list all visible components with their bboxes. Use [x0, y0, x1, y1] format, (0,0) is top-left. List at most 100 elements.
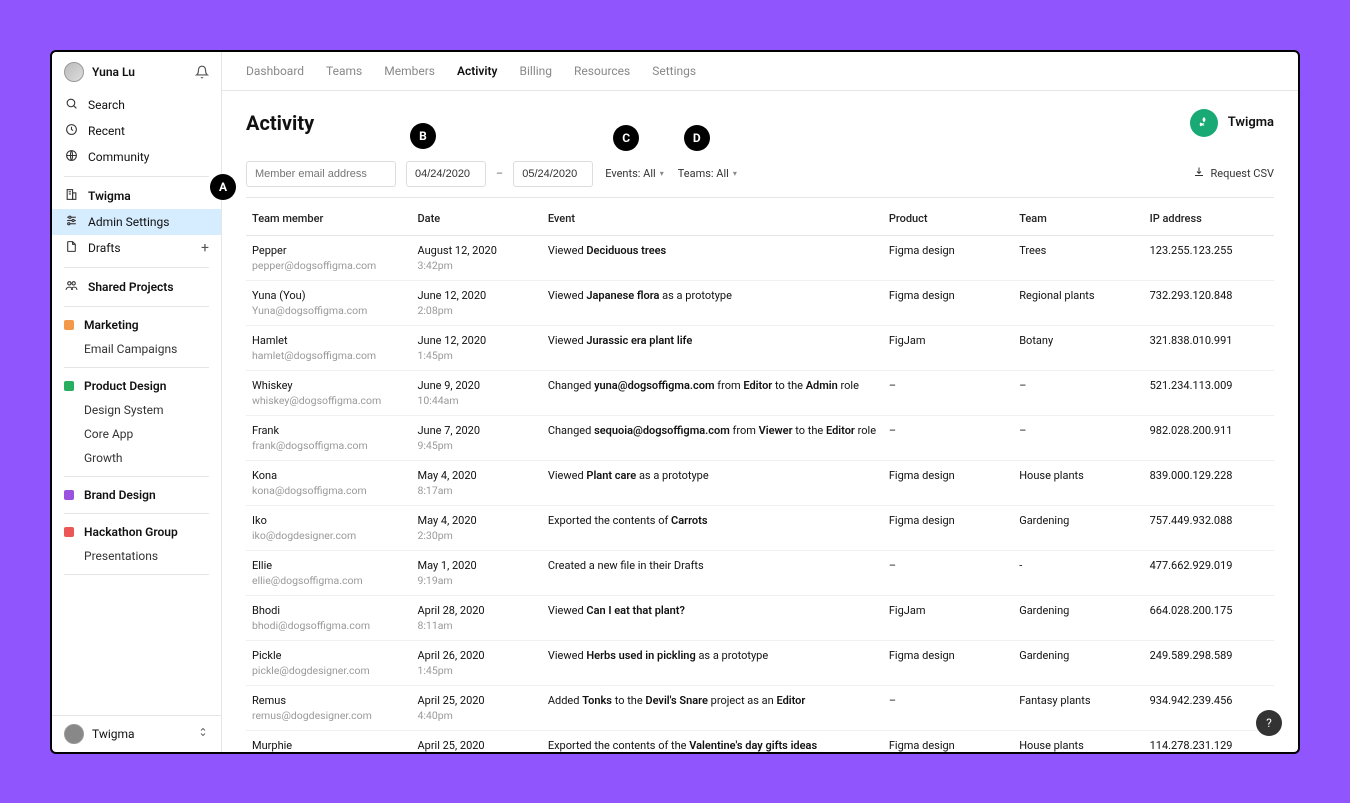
event-team: Gardening [1013, 595, 1143, 640]
topnav-tab-activity[interactable]: Activity [457, 64, 498, 78]
clock-icon [64, 123, 78, 139]
event-date: April 25, 2020 [417, 739, 535, 752]
th-date[interactable]: Date [411, 198, 541, 236]
table-row: Remusremus@dogdesigner.comApril 25, 2020… [246, 685, 1274, 730]
event-team: Regional plants [1013, 280, 1143, 325]
th-ip[interactable]: IP address [1144, 198, 1274, 236]
member-email-input[interactable] [246, 161, 396, 187]
sidebar-footer[interactable]: Twigma [52, 715, 221, 752]
event-team: – [1013, 370, 1143, 415]
sidebar: Yuna Lu Search Recent [52, 52, 222, 752]
sliders-icon [64, 214, 78, 230]
sidebar-project[interactable]: Core App [52, 422, 221, 446]
event-date: April 25, 2020 [417, 694, 535, 707]
date-to-input[interactable] [513, 161, 593, 187]
sidebar-team[interactable]: Marketing [52, 313, 221, 337]
bell-icon[interactable] [195, 65, 209, 79]
topnav-tab-members[interactable]: Members [384, 64, 435, 78]
event-description: Viewed Jurassic era plant life [548, 334, 877, 347]
user-avatar-icon [64, 62, 84, 82]
sidebar-item-org[interactable]: Twigma [52, 183, 221, 209]
event-time: 1:45pm [417, 664, 535, 677]
table-row: Yuna (You)Yuna@dogsoffigma.comJune 12, 2… [246, 280, 1274, 325]
th-member[interactable]: Team member [246, 198, 411, 236]
table-row: Picklepickle@dogdesigner.comApril 26, 20… [246, 640, 1274, 685]
event-ip: 982.028.200.911 [1144, 415, 1274, 460]
member-email: frank@dogsoffigma.com [252, 439, 405, 452]
help-button[interactable]: ? [1256, 710, 1282, 736]
event-product: – [883, 550, 1013, 595]
sidebar-item-label: Product Design [84, 379, 166, 393]
event-ip: 249.589.298.589 [1144, 640, 1274, 685]
org-badge[interactable]: Twigma [1190, 109, 1274, 137]
activity-table-body: Pepperpepper@dogsoffigma.comAugust 12, 2… [246, 235, 1274, 752]
sidebar-item-search[interactable]: Search [52, 92, 221, 118]
event-product: Figma design [883, 640, 1013, 685]
callout-badge-d: D [684, 125, 710, 151]
sidebar-item-admin-settings[interactable]: Admin Settings [52, 209, 221, 235]
sidebar-item-recent[interactable]: Recent [52, 118, 221, 144]
sidebar-team[interactable]: Hackathon Group [52, 520, 221, 544]
sidebar-project[interactable]: Email Campaigns [52, 337, 221, 361]
topnav-tab-settings[interactable]: Settings [652, 64, 696, 78]
event-ip: 664.028.200.175 [1144, 595, 1274, 640]
sidebar-item-community[interactable]: Community [52, 144, 221, 170]
member-name: Yuna (You) [252, 289, 405, 302]
member-email: ellie@dogsoffigma.com [252, 574, 405, 587]
dropdown-label: Teams: All [678, 167, 729, 180]
events-filter-dropdown[interactable]: Events: All ▾ [603, 163, 666, 184]
topnav-tab-dashboard[interactable]: Dashboard [246, 64, 304, 78]
event-description: Viewed Deciduous trees [548, 244, 877, 257]
event-team: Trees [1013, 235, 1143, 280]
sidebar-project[interactable]: Presentations [52, 544, 221, 568]
topnav-tab-billing[interactable]: Billing [520, 64, 553, 78]
file-icon [64, 240, 78, 256]
member-name: Whiskey [252, 379, 405, 392]
event-team: Botany [1013, 325, 1143, 370]
topnav: Dashboard Teams Members Activity Billing Reso… [222, 52, 1298, 91]
member-email: pickle@dogdesigner.com [252, 664, 405, 677]
member-email: whiskey@dogsoffigma.com [252, 394, 405, 407]
th-product[interactable]: Product [883, 198, 1013, 236]
teams-filter-dropdown[interactable]: Teams: All ▾ [676, 163, 739, 184]
event-description: Added Tonks to the Devil's Snare project… [548, 694, 877, 707]
table-row: MurphieMurphie@dogsoffigma.comApril 25, … [246, 730, 1274, 752]
search-icon [64, 97, 78, 113]
event-date: April 26, 2020 [417, 649, 535, 662]
table-row: Ikoiko@dogdesigner.comMay 4, 20202:30pmE… [246, 505, 1274, 550]
sidebar-item-label: Search [88, 98, 125, 112]
plus-icon[interactable]: + [201, 240, 209, 256]
sidebar-team[interactable]: Product Design [52, 374, 221, 398]
event-ip: 114.278.231.129 [1144, 730, 1274, 752]
dropdown-label: Events: All [605, 167, 655, 180]
th-team[interactable]: Team [1013, 198, 1143, 236]
event-team: Gardening [1013, 640, 1143, 685]
chevron-down-icon: ▾ [733, 169, 737, 178]
event-product: – [883, 415, 1013, 460]
sidebar-project[interactable]: Design System [52, 398, 221, 422]
event-product: – [883, 685, 1013, 730]
th-event[interactable]: Event [542, 198, 883, 236]
topnav-tab-teams[interactable]: Teams [326, 64, 362, 78]
main: Dashboard Teams Members Activity Billing Reso… [222, 52, 1298, 752]
chevron-updown-icon[interactable] [197, 726, 209, 741]
member-name: Iko [252, 514, 405, 527]
sidebar-team[interactable]: Brand Design [52, 483, 221, 507]
event-time: 10:44am [417, 394, 535, 407]
member-email: bhodi@dogsoffigma.com [252, 619, 405, 632]
event-team: Fantasy plants [1013, 685, 1143, 730]
member-name: Frank [252, 424, 405, 437]
request-csv-button[interactable]: Request CSV [1193, 166, 1274, 181]
event-description: Changed yuna@dogsoffigma.com from Editor… [548, 379, 877, 392]
sidebar-item-drafts[interactable]: Drafts + [52, 235, 221, 261]
event-team: Gardening [1013, 505, 1143, 550]
team-color-icon [64, 527, 74, 537]
sidebar-item-shared-projects[interactable]: Shared Projects [52, 274, 221, 300]
topnav-tab-resources[interactable]: Resources [574, 64, 630, 78]
event-team: House plants [1013, 460, 1143, 505]
date-from-input[interactable] [406, 161, 486, 187]
team-color-icon [64, 381, 74, 391]
sidebar-item-label: Admin Settings [88, 215, 169, 229]
sidebar-project[interactable]: Growth [52, 446, 221, 470]
user-row[interactable]: Yuna Lu [52, 52, 221, 92]
